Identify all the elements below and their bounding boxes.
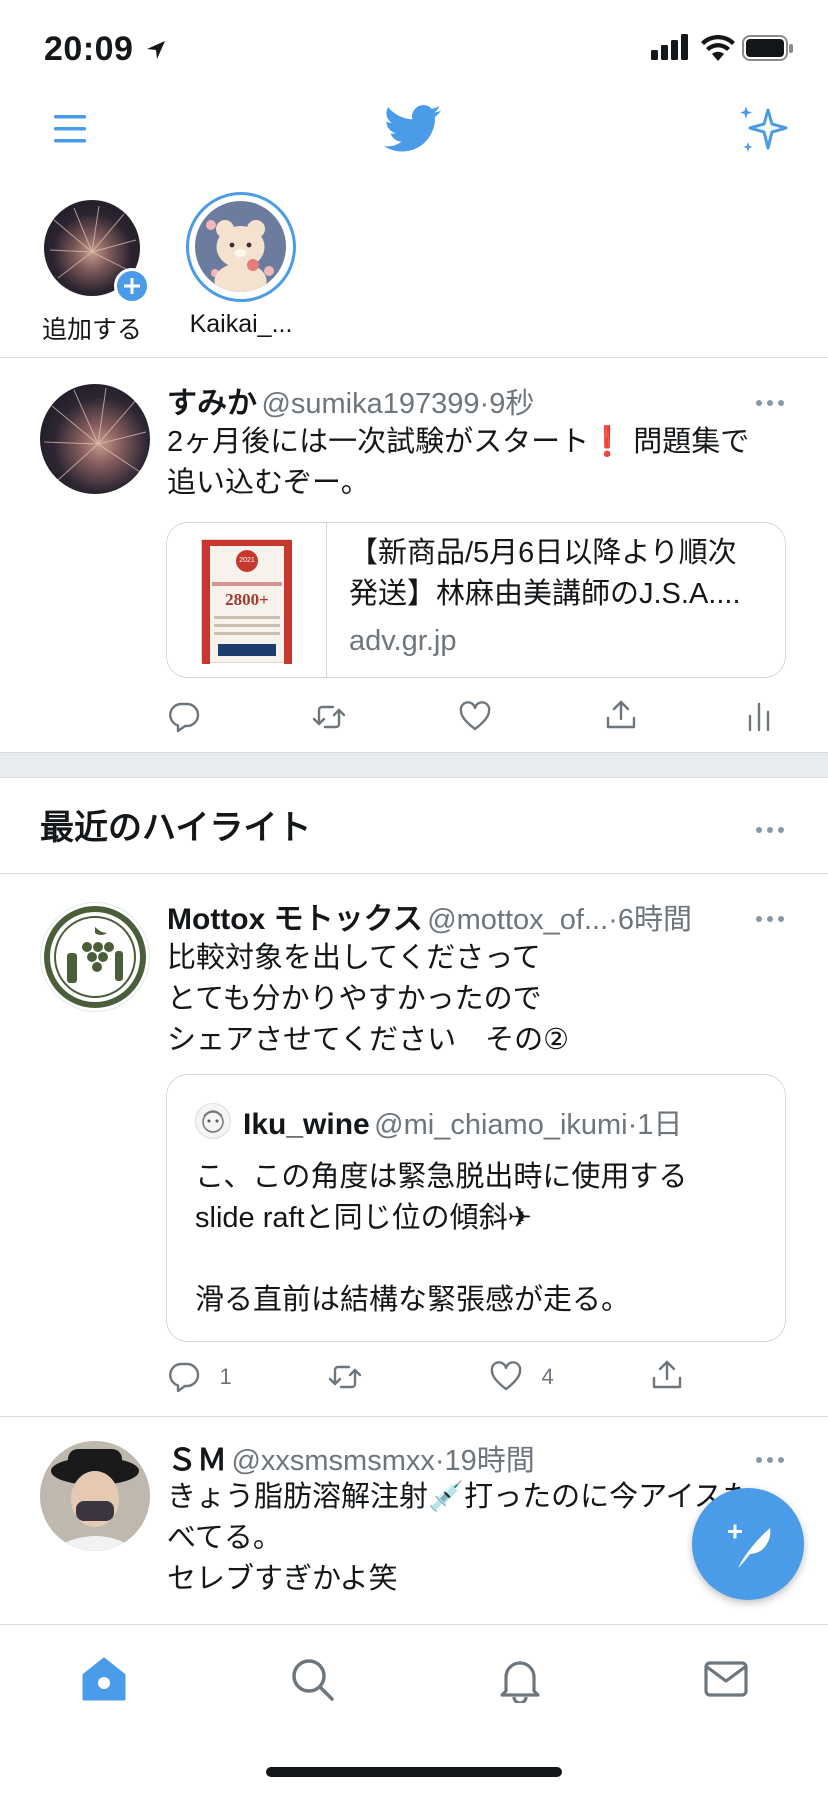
retweet-button[interactable]	[312, 700, 346, 739]
quote-header: Iku_wine @mi_chiamo_ikumi·1日	[243, 1101, 682, 1143]
highlights-more-button[interactable]	[755, 821, 785, 839]
username[interactable]: @mottox_of...	[427, 904, 608, 936]
tweet-mottox[interactable]: Mottox モトックス @mottox_of...·6時間 比較対象を出してく…	[0, 874, 828, 1416]
link-card[interactable]: 2021 2800+ 【新商品/5月6日以降より順次 発送】林麻由美講師のJ.S…	[166, 522, 786, 678]
like-button[interactable]	[458, 700, 492, 739]
top-tweets-button[interactable]	[738, 104, 790, 156]
username[interactable]: @sumika197399	[261, 388, 479, 420]
bell-icon	[500, 1661, 540, 1705]
tweet-header: ＳＭ @xxsmsmsmxx·19時間	[167, 1435, 535, 1479]
display-name[interactable]: Mottox モトックス	[167, 903, 423, 936]
compose-feather-icon	[728, 1524, 771, 1568]
retweet-icon	[328, 1365, 362, 1389]
fleet-label-kaikai: Kaikai_...	[189, 310, 293, 338]
tweet-header: すみか @sumika197399·9秒	[167, 378, 534, 422]
highlights-title: 最近のハイライト	[40, 809, 312, 847]
search-icon	[292, 1659, 334, 1701]
signal-icon	[651, 34, 691, 60]
book-year: 2021	[236, 550, 258, 572]
tweet-text: 2ヶ月後には一次試験がスタート❗ 問題集で 追い込むぞー。	[167, 426, 750, 499]
share-button[interactable]	[650, 1358, 684, 1397]
analytics-button[interactable]	[742, 700, 776, 739]
tab-search[interactable]	[288, 1655, 336, 1703]
compose-tweet-button[interactable]	[692, 1488, 804, 1600]
like-button[interactable]: 4	[489, 1360, 554, 1394]
hamburger-icon	[54, 115, 86, 143]
reply-icon	[169, 1362, 200, 1393]
analytics-icon	[748, 702, 770, 732]
retweet-icon	[312, 705, 346, 729]
mail-icon	[704, 1661, 748, 1697]
tweet-more-button[interactable]	[755, 910, 785, 928]
display-name[interactable]: すみか	[167, 387, 257, 420]
share-button[interactable]	[604, 698, 638, 737]
bird-icon	[384, 105, 442, 152]
battery-icon	[742, 34, 794, 62]
more-dots-icon	[756, 916, 784, 922]
more-dots-icon	[756, 400, 784, 406]
home-icon	[82, 1657, 126, 1701]
like-count: 4	[541, 1364, 554, 1389]
tab-notifications[interactable]	[496, 1655, 544, 1705]
tab-bar	[0, 1624, 828, 1793]
quote-tweet[interactable]: Iku_wine @mi_chiamo_ikumi·1日 こ、この角度は緊急脱出…	[166, 1074, 786, 1342]
menu-button[interactable]	[52, 112, 90, 146]
book-cover-image: 2021 2800+	[201, 539, 292, 664]
reply-button[interactable]: 1	[167, 1360, 232, 1394]
more-dots-icon	[756, 1457, 784, 1463]
quote-avatar	[195, 1103, 231, 1139]
tweet-time: ·9秒	[479, 388, 535, 420]
display-name[interactable]: ＳＭ	[167, 1444, 227, 1477]
reply-count: 1	[219, 1364, 232, 1389]
link-card-domain: adv.gr.jp	[349, 625, 457, 657]
quote-text: こ、この角度は緊急脱出時に使用する slide raftと同じ位の傾斜✈ 滑る直…	[195, 1161, 688, 1316]
tweet-header: Mottox モトックス @mottox_of...·6時間	[167, 894, 692, 938]
tweet-more-button[interactable]	[755, 1451, 785, 1469]
wifi-icon	[700, 34, 736, 62]
quote-time: ·1日	[627, 1109, 683, 1141]
tweet-time: ·19時間	[434, 1445, 535, 1477]
quote-username: @mi_chiamo_ikumi	[374, 1109, 628, 1141]
share-icon	[652, 1360, 682, 1389]
fleet-avatar-kaikai	[195, 201, 286, 292]
avatar[interactable]	[40, 1441, 150, 1551]
username[interactable]: @xxsmsmsmxx	[231, 1445, 434, 1477]
reply-button[interactable]	[167, 700, 201, 739]
tweet-sumika[interactable]: すみか @sumika197399·9秒 2ヶ月後には一次試験がスタート❗ 問題…	[0, 358, 828, 752]
heart-icon	[490, 1361, 522, 1391]
more-dots-icon	[756, 827, 784, 833]
link-card-title: 【新商品/5月6日以降より順次 発送】林麻由美講師のJ.S.A....	[349, 537, 741, 610]
location-arrow-icon	[147, 41, 166, 59]
section-separator	[0, 752, 828, 778]
status-time: 20:09	[44, 30, 167, 69]
reply-icon	[169, 702, 200, 733]
add-fleet-button[interactable]	[44, 200, 150, 304]
tab-home[interactable]	[80, 1655, 128, 1703]
avatar[interactable]	[40, 902, 150, 1012]
share-icon	[606, 700, 636, 729]
home-indicator	[266, 1767, 562, 1777]
retweet-button[interactable]	[328, 1360, 362, 1399]
twitter-bird-logo[interactable]	[384, 104, 442, 154]
heart-icon	[459, 701, 491, 731]
quote-display-name: Iku_wine	[243, 1108, 370, 1141]
tweet-more-button[interactable]	[755, 394, 785, 412]
link-card-thumbnail: 2021 2800+	[167, 523, 327, 677]
book-title-text: 2800+	[225, 590, 269, 609]
fleet-label-add: 追加する	[41, 316, 142, 344]
tab-messages[interactable]	[702, 1655, 750, 1703]
add-fleet-plus-icon	[114, 268, 150, 304]
tweet-text: 比較対象を出してくださって とても分かりやすかったので シェアさせてください そ…	[167, 942, 570, 1056]
avatar[interactable]	[40, 384, 150, 494]
sparkle-icon	[740, 106, 788, 152]
tweet-time: ·6時間	[608, 904, 692, 936]
fleet-kaikai[interactable]	[186, 192, 296, 302]
